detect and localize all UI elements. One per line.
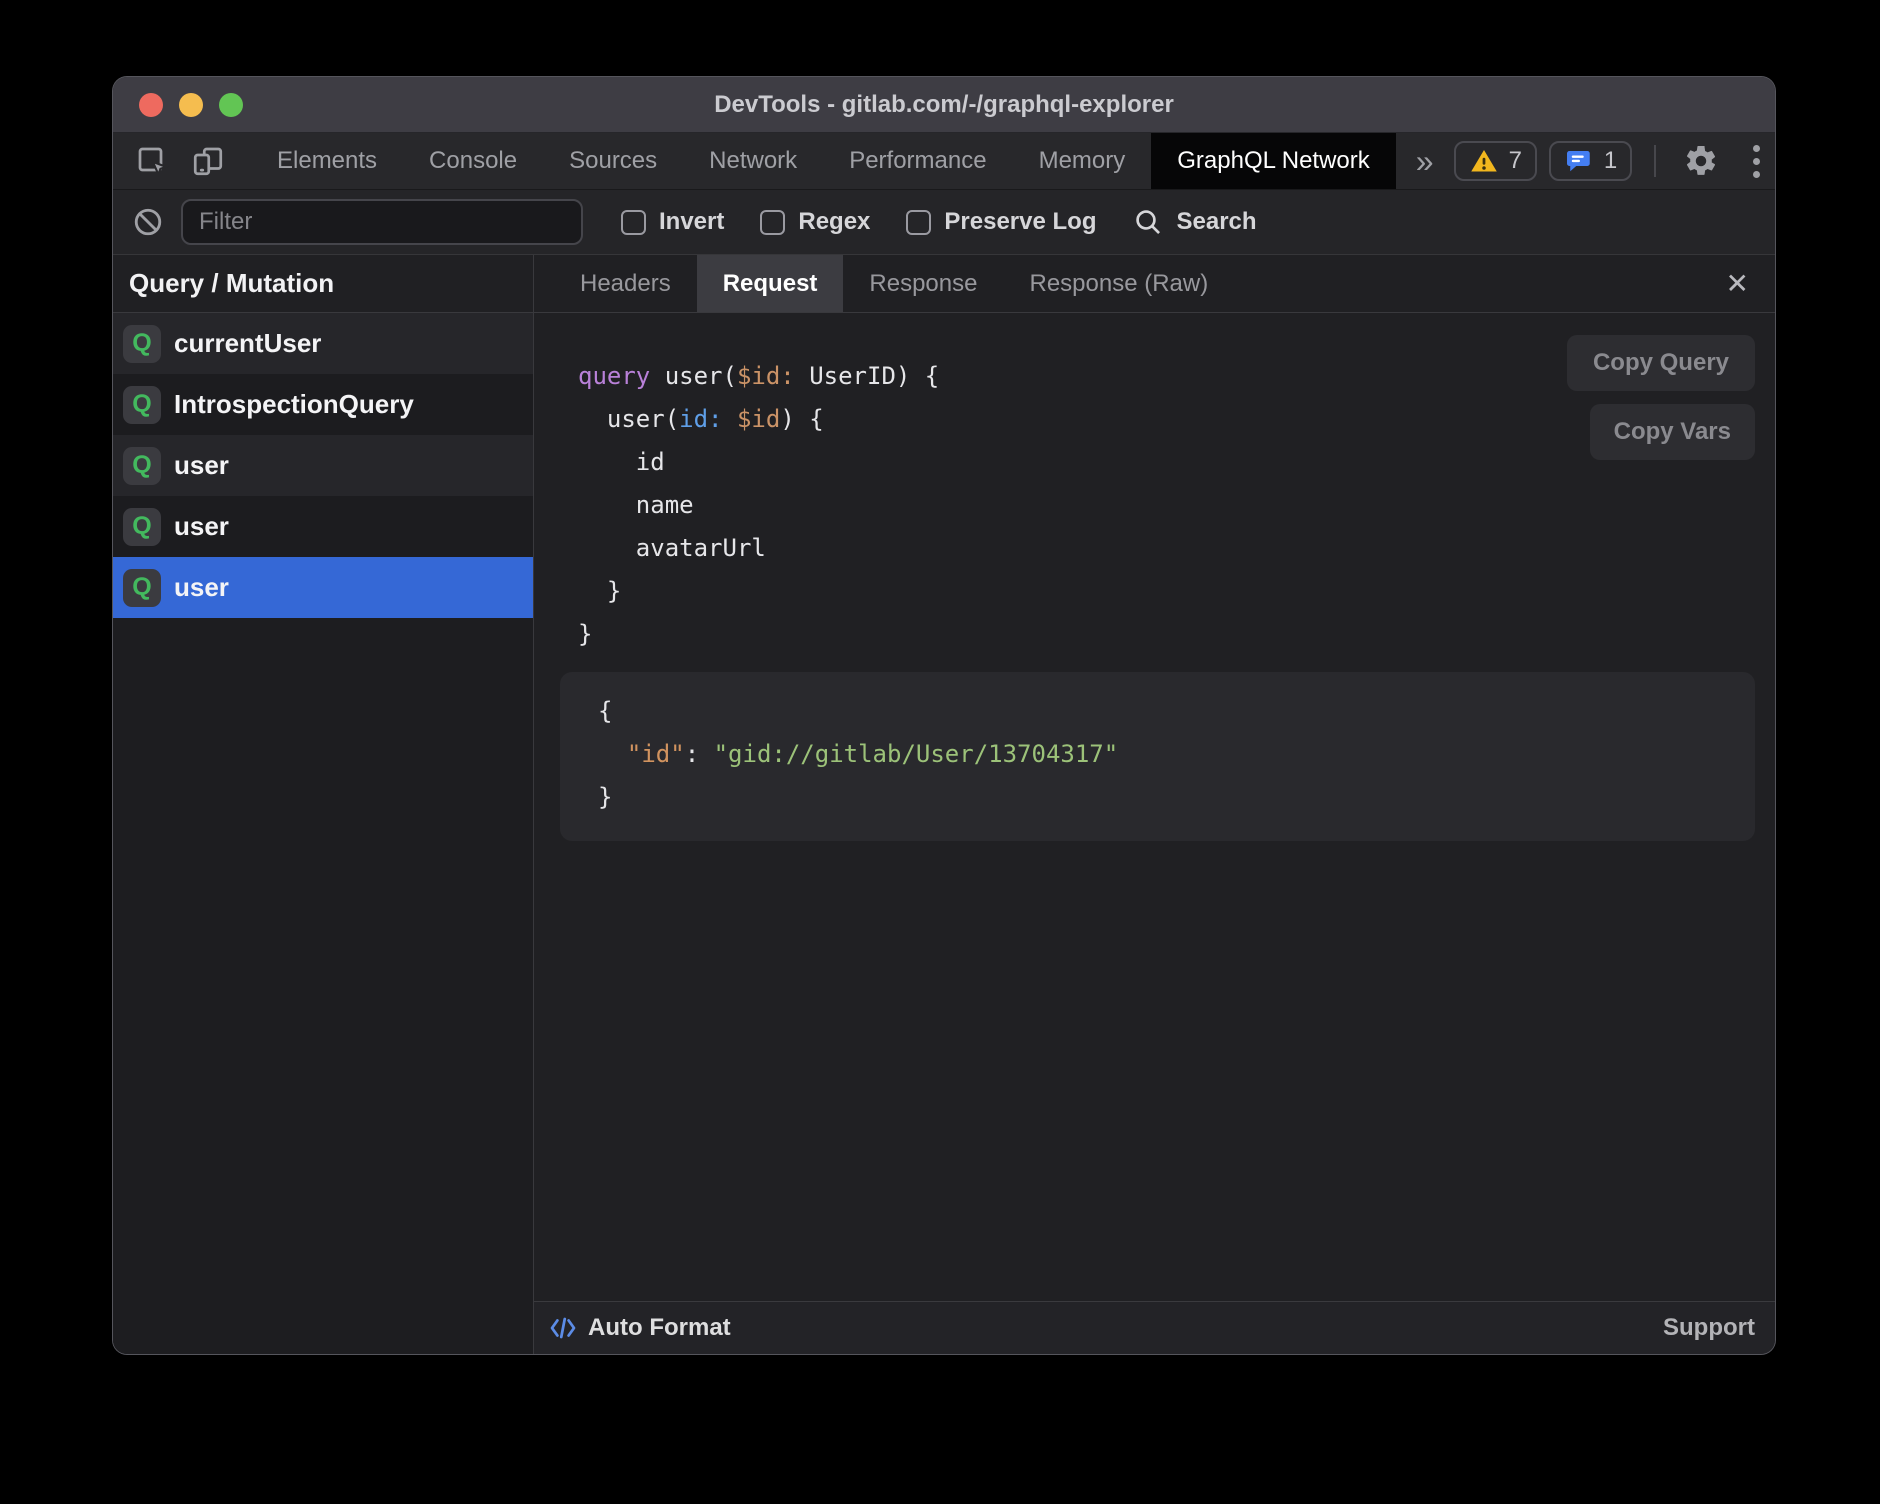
warning-triangle-icon [1469, 146, 1499, 176]
window-titlebar: DevTools - gitlab.com/-/graphql-explorer [113, 77, 1775, 133]
query-variables-code: { "id": "gid://gitlab/User/13704317"} [598, 690, 1717, 819]
request-code-line: name [578, 484, 1755, 527]
copy-query-button[interactable]: Copy Query [1567, 335, 1755, 391]
query-list-empty-area [113, 618, 533, 1354]
window-title: DevTools - gitlab.com/-/graphql-explorer [113, 91, 1775, 119]
filter-option-regex[interactable]: Regex [760, 208, 870, 236]
copy-vars-button[interactable]: Copy Vars [1590, 404, 1755, 460]
support-link[interactable]: Support [1663, 1314, 1755, 1342]
filter-option-invert[interactable]: Invert [621, 208, 724, 236]
minimize-window-button[interactable] [179, 93, 203, 117]
devtools-tab-elements[interactable]: Elements [251, 133, 403, 189]
preserve-log-checkbox[interactable] [906, 210, 931, 235]
query-list-item-user-2[interactable]: Quser [113, 435, 533, 496]
toolbar-separator [1654, 145, 1656, 177]
query-list: QcurrentUserQIntrospectionQueryQuserQuse… [113, 313, 533, 618]
toolbar-icon-group [113, 133, 231, 189]
detail-tabbar: HeadersRequestResponseResponse (Raw) ✕ [534, 255, 1775, 313]
clear-log-icon[interactable] [131, 205, 165, 239]
detail-footer-bar: Auto Format Support [534, 1301, 1775, 1354]
auto-format-button[interactable]: Auto Format [548, 1313, 731, 1343]
query-name: IntrospectionQuery [174, 389, 414, 420]
main-content: Query / Mutation QcurrentUserQIntrospect… [113, 255, 1775, 1354]
variables-code-line: { [598, 690, 1717, 733]
devtools-window: DevTools - gitlab.com/-/graphql-explorer [113, 77, 1775, 1354]
more-tabs-chevron[interactable]: » [1396, 133, 1454, 189]
query-name: currentUser [174, 328, 321, 359]
query-list-item-user-4[interactable]: Quser [113, 557, 533, 618]
query-type-badge: Q [123, 447, 161, 485]
detail-tabs: HeadersRequestResponseResponse (Raw) [554, 255, 1234, 312]
request-detail-panel: HeadersRequestResponseResponse (Raw) ✕ q… [534, 255, 1775, 1354]
query-list-item-introspectionquery-1[interactable]: Q IntrospectionQuery [113, 374, 533, 435]
devtools-tab-graphql-network[interactable]: GraphQL Network [1151, 133, 1396, 189]
warning-count: 7 [1509, 147, 1522, 175]
request-tab-body: query user($id: UserID) { user(id: $id) … [534, 313, 1775, 1301]
invert-label: Invert [659, 208, 724, 236]
devtools-tab-console[interactable]: Console [403, 133, 543, 189]
devtools-tab-memory[interactable]: Memory [1013, 133, 1152, 189]
variables-code-line: "id": "gid://gitlab/User/13704317" [598, 733, 1717, 776]
query-type-badge: Q [123, 386, 161, 424]
copy-buttons: Copy Query Copy Vars [1567, 335, 1755, 460]
devtools-tabstrip: ElementsConsoleSourcesNetworkPerformance… [251, 133, 1396, 189]
query-list-item-user-3[interactable]: Quser [113, 496, 533, 557]
filter-options: Invert Regex Preserve Log [621, 208, 1096, 236]
preserve-log-label: Preserve Log [944, 208, 1096, 236]
issues-count: 1 [1604, 147, 1617, 175]
desktop-background: DevTools - gitlab.com/-/graphql-explorer [0, 0, 1880, 1504]
devtools-toolbar: ElementsConsoleSourcesNetworkPerformance… [113, 133, 1775, 190]
search-toggle[interactable]: Search [1132, 206, 1256, 238]
variables-code-line: } [598, 776, 1717, 819]
close-window-button[interactable] [139, 93, 163, 117]
network-filter-bar: Invert Regex Preserve Log Search [113, 190, 1775, 255]
query-type-badge: Q [123, 508, 161, 546]
detail-tab-request[interactable]: Request [697, 255, 844, 312]
settings-gear-icon[interactable] [1678, 138, 1724, 184]
query-name: user [174, 511, 229, 542]
message-bubble-icon [1564, 146, 1594, 176]
devtools-tab-performance[interactable]: Performance [823, 133, 1012, 189]
traffic-lights [139, 93, 243, 117]
issues-badge[interactable]: 1 [1549, 141, 1632, 181]
device-toolbar-icon[interactable] [185, 138, 231, 184]
query-name: user [174, 572, 229, 603]
invert-checkbox[interactable] [621, 210, 646, 235]
search-icon [1132, 206, 1164, 238]
query-name: user [174, 450, 229, 481]
devtools-tab-network[interactable]: Network [683, 133, 823, 189]
code-brackets-icon [548, 1313, 578, 1343]
query-variables-box: { "id": "gid://gitlab/User/13704317"} [560, 672, 1755, 841]
devtools-tab-sources[interactable]: Sources [543, 133, 683, 189]
search-label: Search [1176, 208, 1256, 236]
query-type-badge: Q [123, 569, 161, 607]
inspect-element-icon[interactable] [129, 138, 175, 184]
warnings-badge[interactable]: 7 [1454, 141, 1537, 181]
auto-format-label: Auto Format [588, 1314, 731, 1342]
close-detail-icon[interactable]: ✕ [1726, 255, 1775, 312]
detail-tab-response-raw[interactable]: Response (Raw) [1003, 255, 1234, 312]
query-list-header: Query / Mutation [113, 255, 533, 313]
query-list-panel: Query / Mutation QcurrentUserQIntrospect… [113, 255, 534, 1354]
regex-label: Regex [798, 208, 870, 236]
more-options-kebab-icon[interactable] [1736, 145, 1775, 178]
request-code-line: avatarUrl [578, 527, 1755, 570]
query-type-badge: Q [123, 325, 161, 363]
regex-checkbox[interactable] [760, 210, 785, 235]
filter-input[interactable] [181, 199, 583, 245]
detail-tab-headers[interactable]: Headers [554, 255, 697, 312]
filter-option-preserve-log[interactable]: Preserve Log [906, 208, 1096, 236]
request-code-line: } [578, 613, 1755, 656]
detail-tab-response[interactable]: Response [843, 255, 1003, 312]
zoom-window-button[interactable] [219, 93, 243, 117]
query-list-item-currentuser-0[interactable]: QcurrentUser [113, 313, 533, 374]
toolbar-right-group: 7 1 [1454, 133, 1775, 189]
request-code-line: } [578, 570, 1755, 613]
